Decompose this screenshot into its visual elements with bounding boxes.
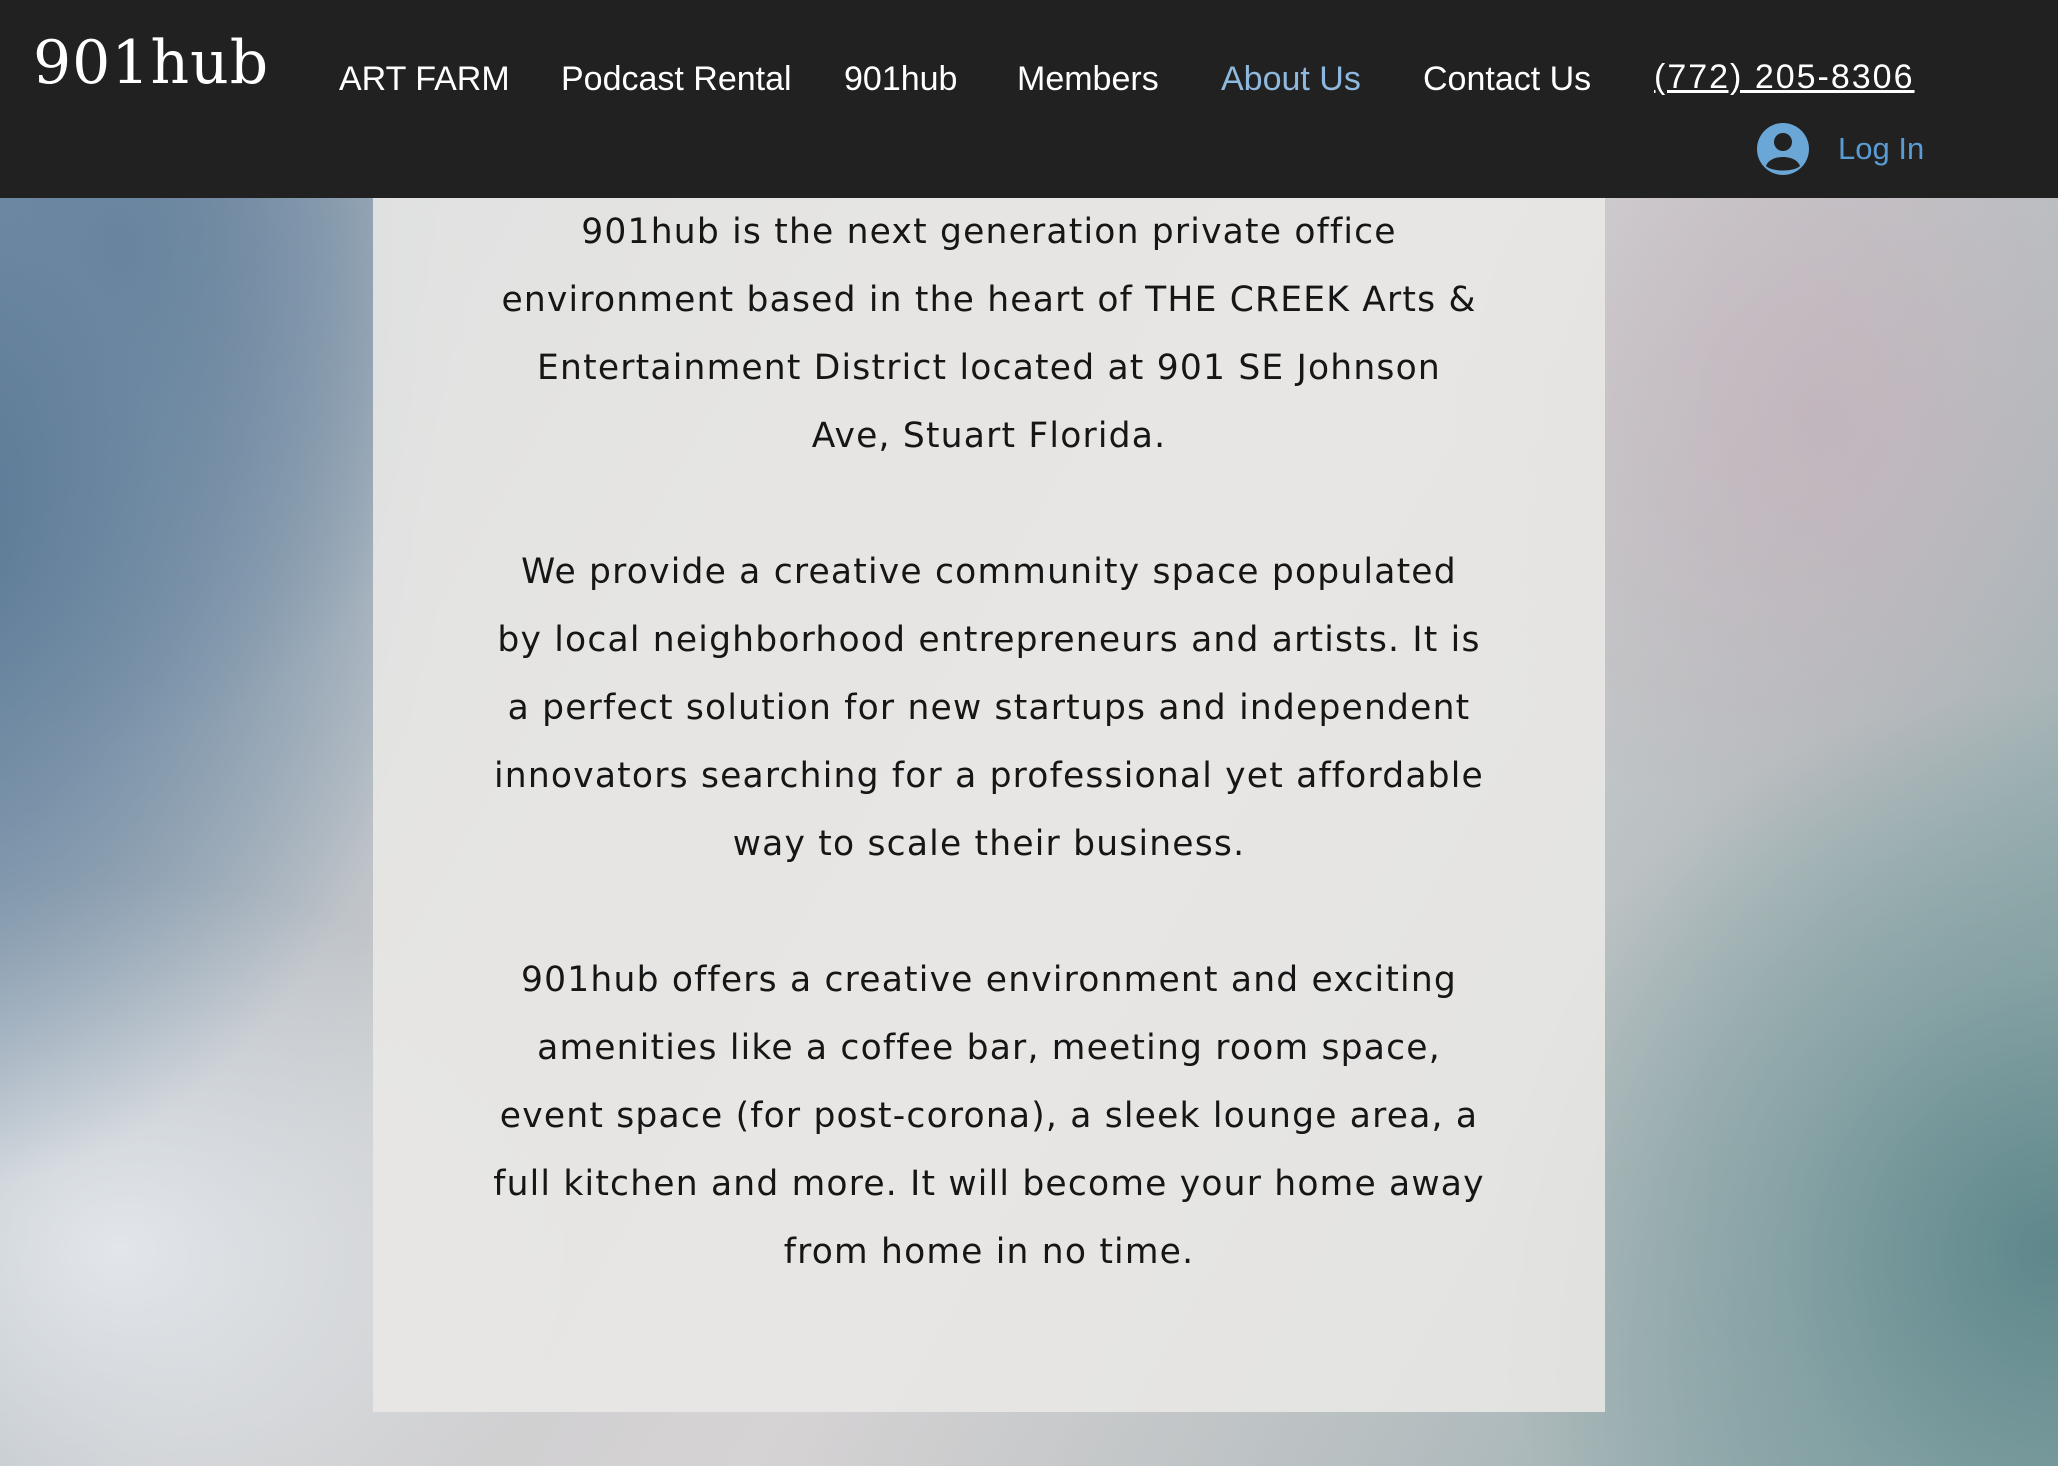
nav-item-contact-us[interactable]: Contact Us	[1423, 60, 1591, 99]
nav-item-art-farm[interactable]: ART FARM	[339, 60, 510, 99]
about-panel: 901hub is the next generation private of…	[373, 198, 1605, 1412]
about-paragraph-2: We provide a creative community space po…	[494, 552, 1484, 864]
phone-link[interactable]: (772) 205-8306	[1654, 58, 1915, 97]
about-paragraph-3: 901hub offers a creative environment and…	[493, 960, 1485, 1272]
nav-item-about-us[interactable]: About Us	[1221, 60, 1361, 99]
nav-item-podcast-rental[interactable]: Podcast Rental	[561, 60, 792, 99]
login-label: Log In	[1838, 131, 1925, 166]
site-logo[interactable]: 901hub	[33, 28, 269, 98]
about-text: 901hub is the next generation private of…	[373, 198, 1605, 1286]
login-button[interactable]: Log In	[1756, 121, 1924, 177]
site-header: 901hub ART FARM Podcast Rental 901hub Me…	[0, 0, 2058, 198]
nav-item-901hub[interactable]: 901hub	[844, 60, 957, 99]
about-paragraph-1: 901hub is the next generation private of…	[501, 212, 1477, 456]
user-avatar-icon	[1756, 122, 1810, 176]
nav-item-members[interactable]: Members	[1017, 60, 1159, 99]
